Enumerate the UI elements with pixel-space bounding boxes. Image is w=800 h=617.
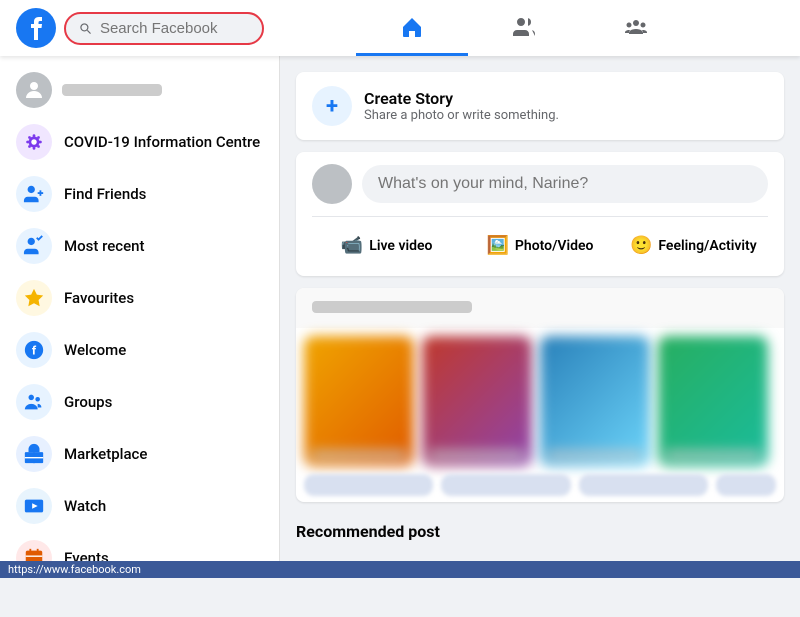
create-story-title: Create Story (364, 89, 559, 108)
sidebar-user[interactable] (4, 64, 275, 116)
live-video-icon: 📹 (341, 235, 363, 256)
mind-input[interactable] (362, 165, 768, 203)
sidebar-item-label: Find Friends (64, 185, 146, 203)
top-navigation (0, 0, 800, 56)
story-label (428, 450, 526, 460)
sidebar-item-label: Marketplace (64, 445, 147, 463)
create-story-icon: + (312, 86, 352, 126)
sidebar-item-label: COVID-19 Information Centre (64, 133, 260, 151)
sidebar-item-label: Favourites (64, 289, 134, 307)
tab-home[interactable] (356, 0, 468, 56)
friends-icon (512, 15, 536, 39)
stories-section (296, 288, 784, 502)
sidebar-item-friends[interactable]: Find Friends (4, 168, 275, 220)
sidebar-item-label: Groups (64, 393, 112, 411)
search-box[interactable] (64, 12, 264, 45)
marketplace-icon (16, 436, 52, 472)
sidebar-username (62, 84, 162, 96)
search-icon (78, 20, 92, 36)
facebook-logo-icon[interactable] (16, 8, 56, 48)
main-content: + Create Story Share a photo or write so… (280, 56, 800, 561)
sidebar-item-events[interactable]: Events (4, 532, 275, 561)
svg-text:f: f (32, 344, 37, 358)
story-label (664, 450, 762, 460)
mind-actions: 📹 Live video 🖼️ Photo/Video 🙂 Feeling/Ac… (312, 216, 768, 264)
covid-icon (16, 124, 52, 160)
footer-url: https://www.facebook.com (8, 563, 141, 576)
sidebar: COVID-19 Information Centre Find Friends… (0, 56, 280, 561)
sidebar-item-covid[interactable]: COVID-19 Information Centre (4, 116, 275, 168)
sidebar-item-label: Watch (64, 497, 106, 515)
watch-icon (16, 488, 52, 524)
nav-center (264, 0, 784, 56)
live-video-action[interactable]: 📹 Live video (312, 227, 461, 264)
sidebar-item-marketplace[interactable]: Marketplace (4, 428, 275, 480)
user-avatar (312, 164, 352, 204)
story-item[interactable] (422, 336, 532, 466)
recommended-post-header: Recommended post (296, 514, 784, 545)
sidebar-item-groups[interactable]: Groups (4, 376, 275, 428)
feeling-label: Feeling/Activity (658, 238, 756, 254)
photo-video-action[interactable]: 🖼️ Photo/Video (465, 227, 614, 264)
home-icon (400, 15, 424, 39)
create-story-text: Create Story Share a photo or write some… (364, 89, 559, 123)
live-video-label: Live video (369, 238, 432, 254)
most-recent-icon (16, 228, 52, 264)
whats-on-mind-card: 📹 Live video 🖼️ Photo/Video 🙂 Feeling/Ac… (296, 152, 784, 276)
feeling-activity-action[interactable]: 🙂 Feeling/Activity (619, 227, 768, 264)
tab-groups[interactable] (580, 0, 692, 56)
sidebar-item-label: Most recent (64, 237, 144, 255)
story-label (310, 450, 408, 460)
stories-row (296, 328, 784, 474)
find-friends-icon (16, 176, 52, 212)
sidebar-item-favourites[interactable]: Favourites (4, 272, 275, 324)
tab-friends[interactable] (468, 0, 580, 56)
favourites-icon (16, 280, 52, 316)
search-input[interactable] (100, 20, 250, 37)
groups-icon (16, 384, 52, 420)
nav-left (16, 8, 264, 48)
sidebar-item-label: Welcome (64, 341, 126, 359)
sidebar-item-watch[interactable]: Watch (4, 480, 275, 532)
welcome-icon: f (16, 332, 52, 368)
story-item[interactable] (540, 336, 650, 466)
sidebar-item-welcome[interactable]: f Welcome (4, 324, 275, 376)
sidebar-item-label: Events (64, 549, 109, 561)
photo-video-icon: 🖼️ (486, 235, 508, 256)
feeling-icon: 🙂 (630, 235, 652, 256)
events-icon (16, 540, 52, 561)
sidebar-item-recent[interactable]: Most recent (4, 220, 275, 272)
footer-bar: https://www.facebook.com (0, 561, 800, 578)
photo-video-label: Photo/Video (515, 238, 594, 254)
groups-icon (624, 15, 648, 39)
stories-header (296, 288, 784, 328)
create-story-subtitle: Share a photo or write something. (364, 108, 559, 123)
avatar (16, 72, 52, 108)
story-label (546, 450, 644, 460)
story-item[interactable] (658, 336, 768, 466)
mind-top (312, 164, 768, 204)
create-story-card[interactable]: + Create Story Share a photo or write so… (296, 72, 784, 140)
main-layout: COVID-19 Information Centre Find Friends… (0, 56, 800, 561)
story-item[interactable] (304, 336, 414, 466)
